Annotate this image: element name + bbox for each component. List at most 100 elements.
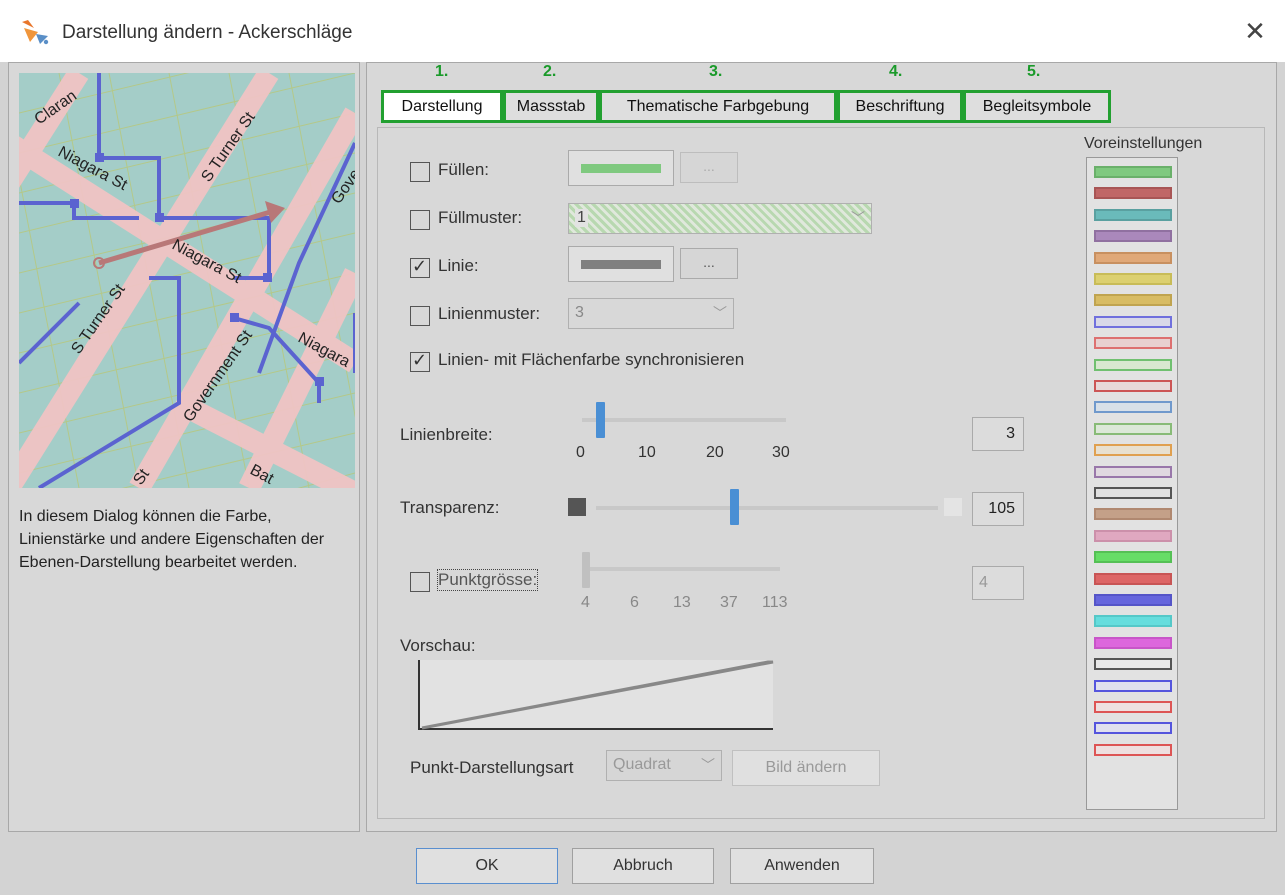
- app-logo-icon: [22, 20, 49, 45]
- linepattern-value: 3: [575, 304, 584, 321]
- pointsize-value[interactable]: 4: [972, 566, 1024, 600]
- preset-swatch[interactable]: [1094, 594, 1172, 606]
- pattern-value: 1: [575, 209, 588, 227]
- pointsize-tick: 113: [762, 594, 788, 611]
- tab-begleitsymbole[interactable]: Begleitsymbole: [963, 90, 1111, 123]
- preset-swatch[interactable]: [1094, 208, 1172, 221]
- preset-swatch[interactable]: [1094, 615, 1172, 628]
- linewidth-value[interactable]: 3: [972, 417, 1024, 451]
- apply-button[interactable]: Anwenden: [730, 848, 874, 884]
- preset-swatch[interactable]: [1094, 551, 1172, 564]
- transparency-slider-thumb[interactable]: [730, 489, 739, 525]
- line-more-button[interactable]: ...: [680, 248, 738, 279]
- preset-swatch[interactable]: [1094, 487, 1172, 499]
- fill-color-swatch: [581, 164, 661, 173]
- sync-checkbox[interactable]: [410, 350, 430, 372]
- line-label: Linie:: [438, 256, 479, 275]
- tab-darstellung[interactable]: Darstellung: [381, 90, 503, 123]
- cancel-button[interactable]: Abbruch: [572, 848, 714, 884]
- preset-swatch[interactable]: [1094, 380, 1172, 392]
- fill-color-button[interactable]: [568, 150, 674, 186]
- opaque-swatch-icon: [568, 498, 586, 516]
- window-title: Darstellung ändern - Ackerschläge: [62, 22, 353, 43]
- tab-beschriftung[interactable]: Beschriftung: [837, 90, 963, 123]
- close-icon[interactable]: ✕: [1242, 18, 1268, 44]
- step-number: 4.: [889, 63, 903, 80]
- preset-swatch[interactable]: [1094, 358, 1172, 371]
- preset-swatch[interactable]: [1094, 294, 1172, 307]
- presets-label: Voreinstellungen: [1084, 135, 1203, 152]
- transparency-slider-track[interactable]: [596, 506, 938, 510]
- preset-swatch[interactable]: [1094, 273, 1172, 285]
- pointsize-tick: 37: [720, 594, 738, 611]
- preset-swatch[interactable]: [1094, 251, 1172, 264]
- line-color-button[interactable]: [568, 246, 674, 282]
- preset-swatch[interactable]: [1094, 743, 1172, 756]
- preset-swatch[interactable]: [1094, 422, 1172, 435]
- tab-content: Füllen: ... Füllmuster: 1 ﹀ Linie: ... L…: [377, 127, 1265, 819]
- pointstyle-value: Quadrat: [613, 756, 671, 773]
- tab-thematische-farbgebung[interactable]: Thematische Farbgebung: [599, 90, 837, 123]
- preset-swatch[interactable]: [1094, 572, 1172, 585]
- pointstyle-label: Punkt-Darstellungsart: [410, 758, 574, 777]
- preset-swatch[interactable]: [1094, 465, 1172, 478]
- preset-swatch[interactable]: [1094, 444, 1172, 457]
- pointsize-slider-track[interactable]: [582, 567, 780, 571]
- pointsize-label: Punktgrösse:: [436, 569, 539, 591]
- pattern-label: Füllmuster:: [438, 208, 523, 227]
- line-checkbox[interactable]: [410, 256, 430, 278]
- preset-swatch[interactable]: [1094, 337, 1172, 350]
- preset-swatch[interactable]: [1094, 401, 1172, 414]
- preview-label: Vorschau:: [400, 636, 476, 655]
- preset-swatch[interactable]: [1094, 187, 1172, 200]
- chevron-down-icon: ﹀: [713, 305, 727, 321]
- preset-swatch[interactable]: [1094, 679, 1172, 692]
- step-number: 1.: [435, 63, 449, 80]
- tab-massstab[interactable]: Massstab: [503, 90, 599, 123]
- linewidth-tick: 30: [772, 444, 790, 461]
- settings-panel: 1. 2. 3. 4. 5. Darstellung Massstab Them…: [366, 62, 1277, 832]
- linewidth-slider-track[interactable]: [582, 418, 786, 422]
- linewidth-slider-thumb[interactable]: [596, 402, 605, 438]
- linepattern-select[interactable]: 3 ﹀: [568, 298, 734, 329]
- fill-checkbox[interactable]: [410, 162, 430, 182]
- preset-swatch[interactable]: [1094, 315, 1172, 328]
- pointsize-tick: 13: [673, 594, 691, 611]
- preset-swatch[interactable]: [1094, 230, 1172, 243]
- linewidth-tick: 20: [706, 444, 724, 461]
- pointsize-tick: 4: [581, 594, 590, 611]
- pointsize-tick: 6: [630, 594, 639, 611]
- change-image-button[interactable]: Bild ändern: [732, 750, 880, 786]
- transparency-label: Transparenz:: [400, 498, 500, 517]
- linewidth-tick: 10: [638, 444, 656, 461]
- preset-swatch[interactable]: [1094, 722, 1172, 735]
- chevron-down-icon: ﹀: [851, 210, 865, 226]
- preset-swatch[interactable]: [1094, 166, 1172, 178]
- step-number: 5.: [1027, 63, 1041, 80]
- pointsize-slider-thumb[interactable]: [582, 552, 590, 588]
- step-number: 3.: [709, 63, 723, 80]
- preset-swatch[interactable]: [1094, 529, 1172, 542]
- fill-more-button[interactable]: ...: [680, 152, 738, 183]
- preset-swatch[interactable]: [1094, 636, 1172, 649]
- preset-swatch[interactable]: [1094, 658, 1172, 671]
- pointstyle-select[interactable]: Quadrat ﹀: [606, 750, 722, 781]
- fill-label: Füllen:: [438, 160, 490, 179]
- preset-swatch[interactable]: [1094, 701, 1172, 713]
- transparency-value[interactable]: 105: [972, 492, 1024, 526]
- linewidth-tick: 0: [576, 444, 585, 461]
- linepattern-label: Linienmuster:: [438, 304, 541, 323]
- info-panel: Claran Niagara St S Turner St Gove Niaga…: [8, 62, 360, 832]
- chevron-down-icon: ﹀: [701, 757, 715, 773]
- pointsize-checkbox[interactable]: [410, 572, 430, 592]
- pattern-select[interactable]: 1 ﹀: [568, 203, 872, 234]
- map-preview: Claran Niagara St S Turner St Gove Niaga…: [19, 73, 355, 488]
- dialog-description: In diesem Dialog können die Farbe, Linie…: [19, 508, 325, 571]
- pattern-checkbox[interactable]: [410, 210, 430, 230]
- line-color-swatch: [581, 260, 661, 269]
- preset-swatch[interactable]: [1094, 508, 1172, 521]
- step-number: 2.: [543, 63, 557, 80]
- linewidth-label: Linienbreite:: [400, 425, 493, 444]
- linepattern-checkbox[interactable]: [410, 306, 430, 326]
- ok-button[interactable]: OK: [416, 848, 558, 884]
